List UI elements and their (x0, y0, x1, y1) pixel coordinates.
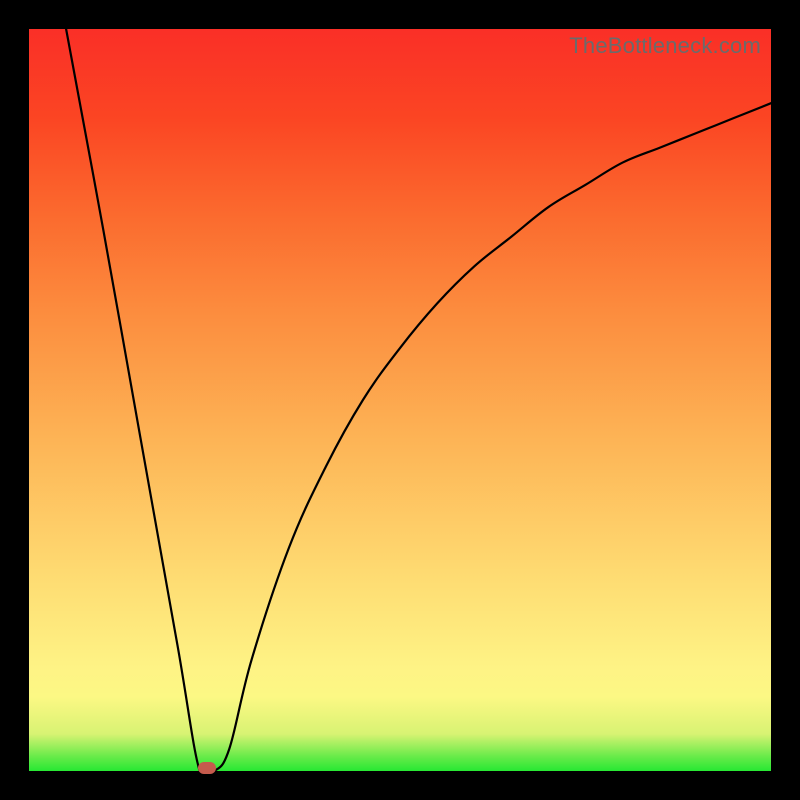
bottleneck-curve (29, 29, 771, 771)
chart-frame: TheBottleneck.com (0, 0, 800, 800)
plot-area: TheBottleneck.com (29, 29, 771, 771)
optimum-marker (198, 762, 216, 774)
